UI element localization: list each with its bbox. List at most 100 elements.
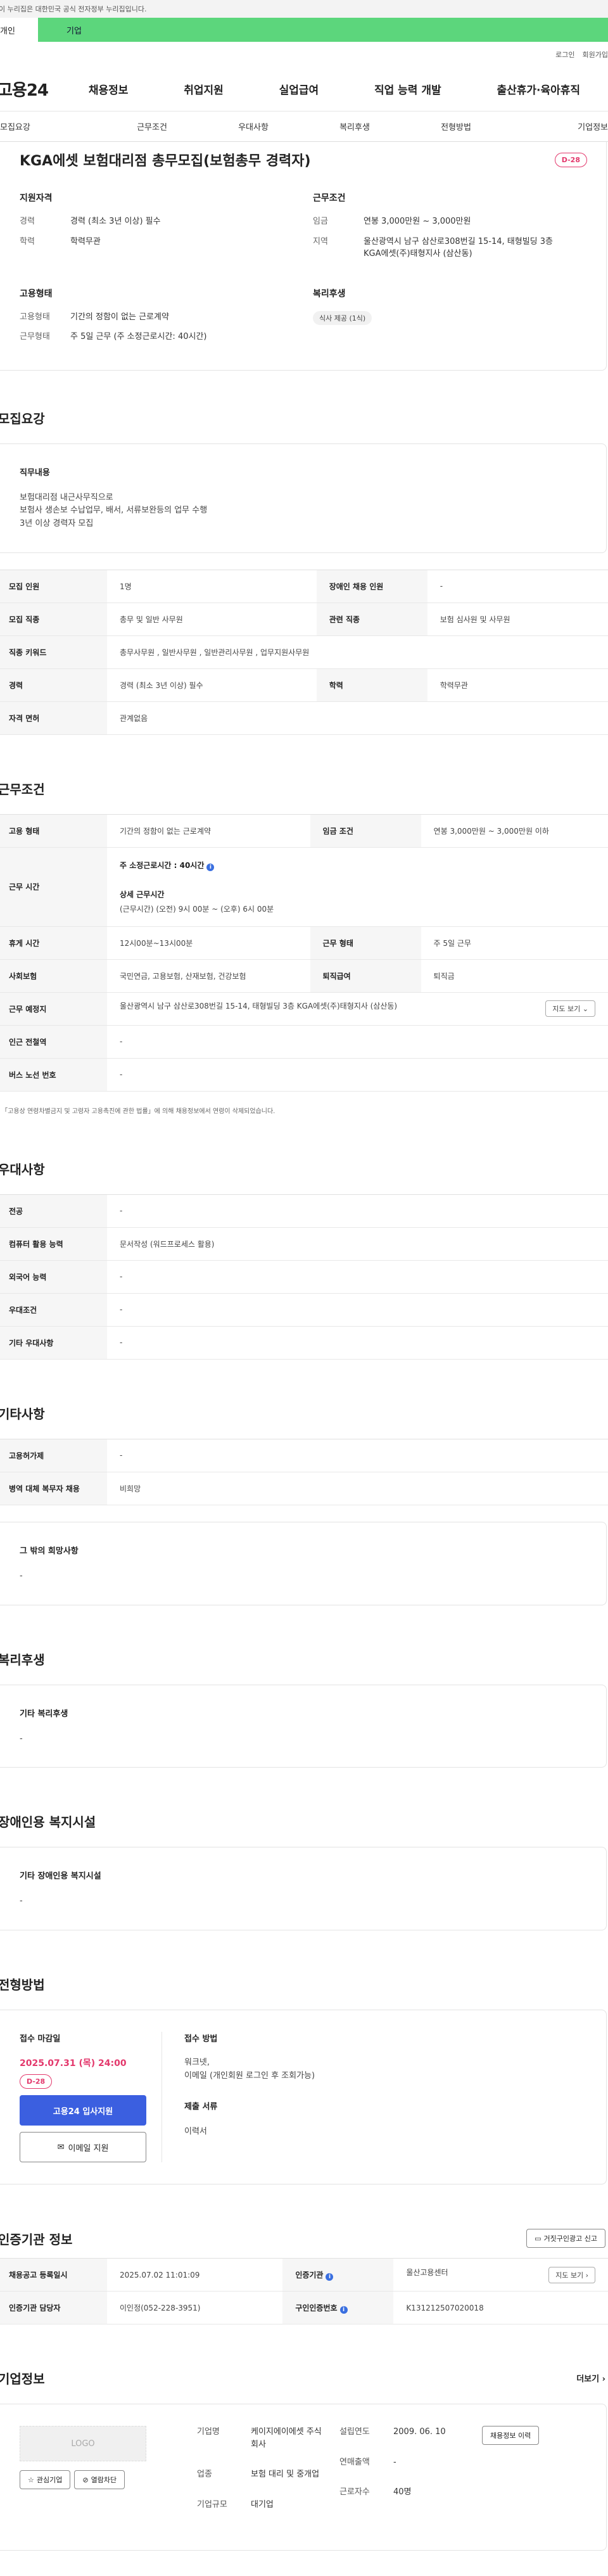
gnb-item-jobs[interactable]: 채용정보: [89, 81, 129, 97]
anchor-work[interactable]: 근무조건: [101, 120, 203, 132]
table-value: -: [107, 1326, 608, 1360]
company-logo-area: LOGO ☆ 관심기업 ⊘ 열람차단: [20, 2426, 146, 2528]
table-row: 모집 직종 총무 및 일반 사무원 관련 직종 보험 심사원 및 사무원: [0, 603, 608, 636]
table-value: 학력무관: [427, 668, 608, 702]
anchor-selection[interactable]: 전형방법: [405, 120, 507, 132]
work-hours-detail: (근무시간) (오전) 9시 00분 ~ (오후) 6시 00분: [120, 904, 274, 914]
map-button[interactable]: 지도 보기 ›: [548, 2266, 595, 2283]
duty-line: 3년 이상 경력자 모집: [20, 519, 94, 529]
anchor-benefit[interactable]: 복리후생: [304, 120, 405, 132]
agency-section-title: 인증기관 정보: [0, 2231, 73, 2247]
table-value: -: [107, 1438, 608, 1472]
table-row: 버스 노선 번호 -: [0, 1058, 608, 1092]
table-value: 12시00분~13시00분: [107, 926, 310, 960]
agency-org-value: 울산고용센터: [406, 2267, 448, 2277]
anchor-recruit[interactable]: 모집요강: [0, 120, 101, 132]
table-row: 기타 우대사항 -: [0, 1326, 608, 1360]
company-more-link[interactable]: 더보기 ›: [576, 2372, 605, 2384]
table-key: 학력: [316, 668, 428, 702]
tab-company[interactable]: 기업: [38, 18, 608, 42]
table-key: 인증기관 담당자: [0, 2291, 107, 2325]
company-col-left: 기업명 케이지에이에셋 주식회사 업종 보험 대리 및 중개업 기업규모 대기업: [197, 2426, 327, 2528]
method-line: 이메일 (개인회원 로그인 후 조회가능): [184, 2071, 315, 2081]
login-link[interactable]: 로그인: [555, 49, 574, 60]
table-row: 외국어 능력 -: [0, 1260, 608, 1294]
table-value: 연봉 3,000만원 ~ 3,000만원 이하: [421, 813, 608, 848]
info-icon[interactable]: i: [326, 2273, 334, 2281]
company-more-label: 더보기: [576, 2375, 600, 2385]
company-info-row: 기업명 케이지에이에셋 주식회사: [197, 2426, 327, 2451]
table-row: 인근 전철역 -: [0, 1025, 608, 1059]
gnb-item-unemployment-benefit[interactable]: 실업급여: [279, 81, 319, 97]
recruit-section-title: 모집요강: [0, 411, 45, 426]
disability-value: -: [20, 1896, 23, 1906]
summary-value: 울산광역시 남구 삼산로308번길 15-14, 태형빌딩 3층 KGA에셋(주…: [364, 236, 553, 259]
gnb-item-employment-support[interactable]: 취업지원: [184, 81, 224, 97]
summary-row: 학력 학력무관: [20, 236, 313, 248]
benefit-value: -: [20, 1733, 23, 1744]
favorite-company-label: 관심기업: [36, 2476, 63, 2485]
method-title: 접수 방법: [184, 2034, 218, 2044]
signup-link[interactable]: 회원가입: [583, 49, 608, 60]
map-button[interactable]: 지도 보기 ⌄: [545, 1000, 595, 1017]
table-value: 관계없음: [107, 701, 608, 735]
work-place-value: 울산광역시 남구 삼산로308번길 15-14, 태형빌딩 3층 KGA에셋(주…: [120, 1002, 398, 1011]
gnb-item-job-training[interactable]: 직업 능력 개발: [374, 81, 441, 97]
table-value: 1명: [107, 569, 317, 603]
apply-button[interactable]: 고용24 입사지원: [20, 2095, 146, 2126]
chevron-right-icon: ›: [585, 2271, 588, 2280]
table-row: 인증기관 담당자 이인정(052-228-3951) 구인인증번호 i K1312…: [0, 2291, 608, 2325]
anchor-prefer[interactable]: 우대사항: [203, 120, 304, 132]
job-title: KGA에셋 보험대리점 총무모집(보험총무 경력자): [20, 153, 311, 169]
tab-personal[interactable]: 개인: [0, 18, 38, 42]
email-apply-button[interactable]: ✉ 이메일 지원: [20, 2132, 146, 2163]
gov-notice-text: 이 누리집은 대한민국 공식 전자정부 누리집입니다.: [0, 5, 147, 13]
deadline-title: 접수 마감일: [20, 2034, 61, 2044]
company-header: 기업정보 더보기 ›: [0, 2369, 605, 2387]
summary-key: 경력: [20, 217, 35, 226]
table-row: 컴퓨터 활용 능력 문서작성 (워드프로세스 활용): [0, 1227, 608, 1261]
table-key: 인근 전철역: [0, 1025, 107, 1059]
table-row: 근무 예정지 울산광역시 남구 삼산로308번길 15-14, 태형빌딩 3층 …: [0, 992, 608, 1026]
company-actions: ☆ 관심기업 ⊘ 열람차단: [20, 2470, 146, 2490]
table-value: -: [427, 569, 608, 603]
job-history-button[interactable]: 채용정보 이력: [482, 2426, 540, 2445]
recruit-table: 모집 인원 1명 장애인 채용 인원 - 모집 직종 총무 및 일반 사무원 관…: [0, 569, 608, 735]
summary-row: 고용형태 기간의 정함이 없는 근로계약: [20, 311, 313, 324]
table-value: 주 5일 근무: [421, 926, 608, 960]
apply-left: 접수 마감일 2025.07.31 (목) 24:00 D-28 고용24 입사…: [20, 2032, 162, 2163]
company-logo: LOGO: [20, 2426, 146, 2462]
table-value: 국민연금, 고용보험, 산재보험, 건강보험: [107, 959, 310, 993]
favorite-company-button[interactable]: ☆ 관심기업: [20, 2470, 71, 2490]
company-info-row: 근로자수 40명: [339, 2486, 469, 2499]
summary-key: 고용형태: [20, 312, 50, 322]
table-value: 총무 및 일반 사무원: [107, 603, 317, 636]
table-value: -: [107, 1194, 608, 1228]
table-row: 병역 대체 복무자 채용 비희망: [0, 1472, 608, 1505]
info-icon[interactable]: i: [339, 2305, 348, 2314]
etc-section-title: 기타사항: [0, 1406, 45, 1422]
table-value: -: [107, 1025, 608, 1059]
qualification-block: 지원자격 경력 경력 (최소 3년 이상) 필수 학력 학력무관: [20, 191, 313, 268]
table-value: 비희망: [107, 1472, 608, 1505]
table-key: 사회보험: [0, 959, 107, 993]
table-key: 퇴직급여: [310, 959, 421, 993]
site-logo[interactable]: 고용24: [0, 77, 61, 101]
info-icon[interactable]: i: [206, 863, 215, 871]
report-button[interactable]: ▭ 거짓구인광고 신고: [526, 2229, 605, 2248]
table-key: 휴게 시간: [0, 926, 107, 960]
table-row: 우대조건 -: [0, 1293, 608, 1327]
table-key: 컴퓨터 활용 능력: [0, 1227, 107, 1261]
company-info-row: 연매출액 -: [339, 2456, 469, 2469]
gnb-item-parental-leave[interactable]: 출산휴가·육아휴직: [497, 81, 580, 97]
mail-icon: ✉: [57, 2142, 65, 2152]
anchor-company[interactable]: 기업정보: [507, 120, 608, 132]
agency-org-key: 인증기관: [295, 2270, 324, 2280]
table-key: 관련 직종: [316, 603, 428, 636]
table-value: 문서작성 (워드프로세스 활용): [107, 1227, 608, 1261]
table-key: 경력: [0, 668, 107, 702]
summary-row: 근무형태 주 5일 근무 (주 소정근로시간: 40시간): [20, 331, 313, 343]
work-section-title: 근무조건: [0, 781, 45, 797]
company-info-key: 기업명: [197, 2427, 220, 2437]
block-view-button[interactable]: ⊘ 열람차단: [74, 2470, 125, 2490]
